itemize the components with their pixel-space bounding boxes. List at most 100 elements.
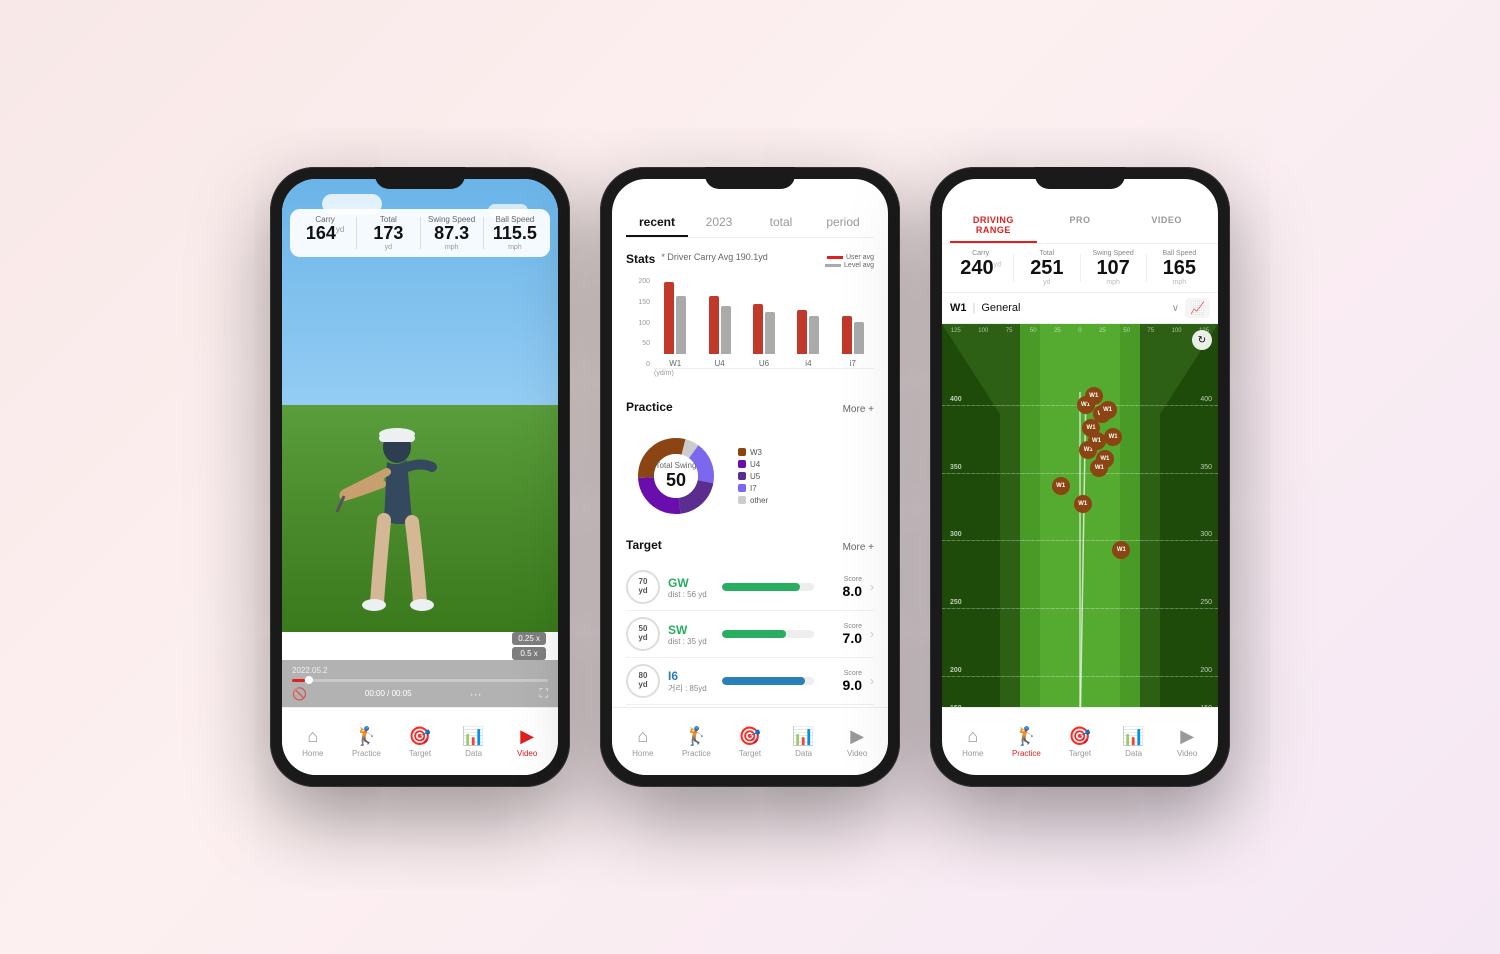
practice-label-2: Practice (682, 749, 711, 758)
gw-dist: dist : 56 yd (668, 590, 714, 599)
home-label-3: Home (962, 749, 983, 758)
dr-total-value: 251 (1016, 257, 1077, 279)
gw-score-area: Score 8.0 (822, 576, 862, 599)
notch-2 (705, 167, 795, 189)
nav-video-2[interactable]: ▶ Video (830, 726, 884, 758)
dr-tabs: DRIVINGRANGE PRO VIDEO (942, 209, 1218, 244)
tab-total[interactable]: total (750, 209, 812, 237)
chart-unit: (yd/m) (654, 370, 874, 377)
video-controls: 2022.05.2 🚫 00:00 / 00:05 ··· ⛶ (282, 660, 558, 707)
dot-other (738, 496, 746, 504)
gw-arrow[interactable]: › (870, 580, 874, 594)
sw-info: SW dist : 35 yd (668, 623, 714, 646)
notch-1 (375, 167, 465, 189)
nav-home-3[interactable]: ⌂ Home (946, 726, 1000, 758)
dot-u5 (738, 472, 746, 480)
nav-practice-3[interactable]: 🏌 Practice (1000, 726, 1054, 758)
gw-info: GW dist : 56 yd (668, 576, 714, 599)
sw-bar-bg (722, 630, 814, 638)
i6-arrow[interactable]: › (870, 674, 874, 688)
dr-tab-video[interactable]: VIDEO (1123, 209, 1210, 243)
dr-ball-value: 165 (1149, 257, 1210, 279)
dr-tab-range[interactable]: DRIVINGRANGE (950, 209, 1037, 243)
nav-target-1[interactable]: 🎯 Target (393, 726, 447, 758)
more-icon[interactable]: ··· (470, 687, 482, 701)
label-200-r: 200 (1200, 667, 1212, 674)
shot-10: W1 (1090, 459, 1108, 477)
home-icon-1: ⌂ (307, 726, 318, 747)
label-150: 150 (703, 431, 716, 440)
sw-score-area: Score 7.0 (822, 623, 862, 646)
bar-u4: U4 (702, 296, 736, 368)
nav-practice-1[interactable]: 🏌 Practice (340, 726, 394, 758)
bar-w1-gray (676, 296, 686, 354)
tab-period[interactable]: period (812, 209, 874, 237)
chevron-down-icon[interactable]: ∨ (1172, 303, 1179, 314)
nav-data-3[interactable]: 📊 Data (1107, 726, 1161, 758)
home-icon-2: ⌂ (637, 726, 648, 747)
stats-header: Stats * Driver Carry Avg 190.1yd User av… (626, 252, 874, 270)
speed-025[interactable]: 0.25 x (512, 632, 546, 645)
home-icon-3: ⌂ (967, 726, 978, 747)
nav-video-1[interactable]: ▶ Video (500, 726, 554, 758)
bar-i4-gray (809, 316, 819, 354)
label-50: 50 (664, 431, 673, 440)
speed-05[interactable]: 0.5 x (512, 647, 546, 660)
dr-total-unit: yd (1016, 279, 1077, 286)
dr-total-label: Total (1016, 250, 1077, 257)
practice-more-btn[interactable]: More + (843, 404, 874, 415)
shot-9: W1 (1104, 428, 1122, 446)
practice-header: Practice More + (626, 400, 874, 418)
shot-11: W1 (1052, 477, 1070, 495)
dr-filter-sep: | (973, 302, 976, 314)
phone-3: DRIVINGRANGE PRO VIDEO Carry 240yd Total (930, 167, 1230, 787)
nav-home-1[interactable]: ⌂ Home (286, 726, 340, 758)
bar-i4-red (797, 310, 807, 354)
nav-data-1[interactable]: 📊 Data (447, 726, 501, 758)
target-item-sw: 50yd SW dist : 35 yd Score 7.0 (626, 611, 874, 658)
sw-dist: dist : 35 yd (668, 637, 714, 646)
bar-u6-label: U6 (759, 359, 769, 368)
eye-off-icon[interactable]: 🚫 (292, 687, 307, 701)
target-more-btn[interactable]: More + (843, 542, 874, 553)
dr-filter: W1 | General ∨ 📈 (942, 293, 1218, 324)
bar-i7: i7 (836, 316, 870, 368)
sw-circle: 50yd (626, 617, 660, 651)
practice-label-1: Practice (352, 749, 381, 758)
user-avg-label: User avg (846, 254, 874, 261)
gw-bar-fill (722, 583, 800, 591)
legend-w3: W3 (738, 448, 768, 457)
chart-icon[interactable]: 📈 (1185, 298, 1210, 318)
home-label-1: Home (302, 749, 323, 758)
stats-tabs: recent 2023 total period (626, 209, 874, 238)
nav-target-2[interactable]: 🎯 Target (723, 726, 777, 758)
bar-i7-gray (854, 322, 864, 354)
nav-video-3[interactable]: ▶ Video (1160, 726, 1214, 758)
data-label-1: Data (465, 749, 482, 758)
progress-bar[interactable] (292, 679, 548, 682)
nav-target-3[interactable]: 🎯 Target (1053, 726, 1107, 758)
nav-home-2[interactable]: ⌂ Home (616, 726, 670, 758)
nav-practice-2[interactable]: 🏌 Practice (670, 726, 724, 758)
tab-2023[interactable]: 2023 (688, 209, 750, 237)
tab-recent[interactable]: recent (626, 209, 688, 237)
gw-score: 8.0 (822, 583, 862, 599)
progress-fill (292, 679, 305, 682)
swing-value: 87.3 (425, 224, 479, 244)
dr-filter-club: W1 (950, 302, 967, 314)
dr-divider-2 (1080, 254, 1081, 282)
nav-data-2[interactable]: 📊 Data (777, 726, 831, 758)
fullscreen-icon[interactable]: ⛶ (540, 686, 548, 701)
phone-1-screen: Carry 164yd Total 173 yd Swing Speed (282, 179, 558, 775)
refresh-btn[interactable]: ↻ (1192, 330, 1212, 350)
target-icon-3: 🎯 (1069, 726, 1091, 747)
sw-arrow[interactable]: › (870, 627, 874, 641)
stat-carry: Carry 164yd (298, 215, 352, 251)
time-display: 00:00 / 00:05 (365, 689, 412, 698)
sw-club: SW (668, 623, 714, 637)
shot-7: W1 (1088, 432, 1106, 450)
dr-tab-pro[interactable]: PRO (1037, 209, 1124, 243)
gw-bar-bg (722, 583, 814, 591)
divider-1 (356, 217, 357, 249)
phone-2: recent 2023 total period Stats * Driver … (600, 167, 900, 787)
